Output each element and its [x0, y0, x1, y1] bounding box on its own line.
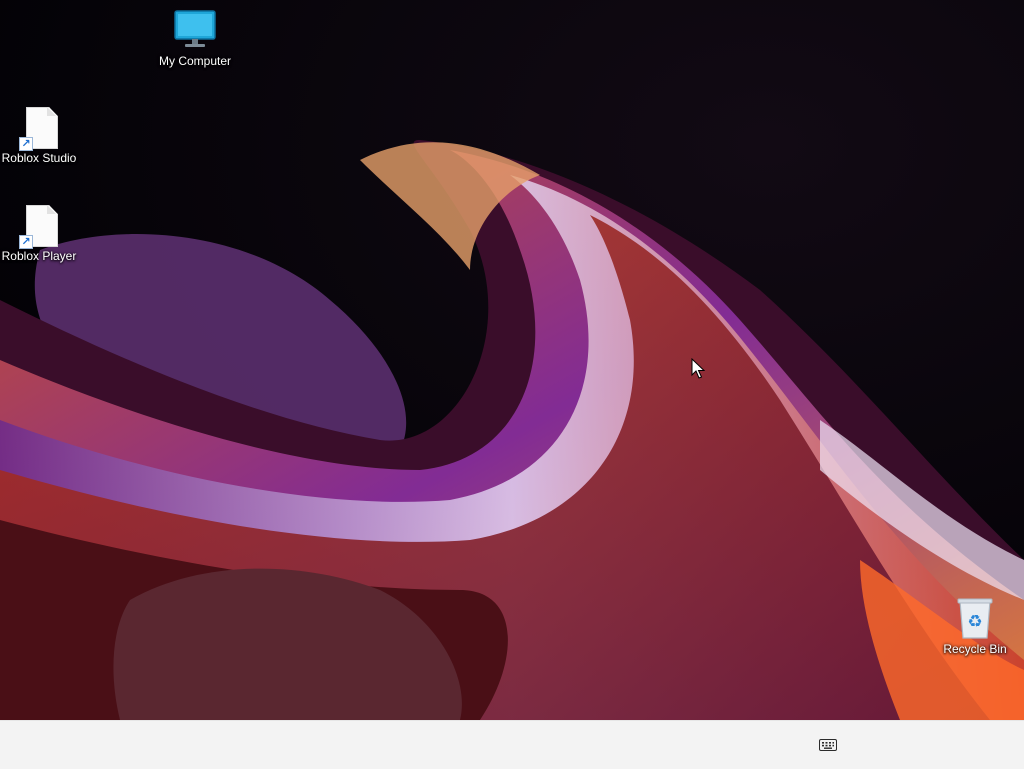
roblox-studio-shortcut[interactable]: ↗ Roblox Studio — [0, 105, 81, 165]
recycle-bin-label: Recycle Bin — [943, 642, 1007, 656]
svg-text:♻: ♻ — [967, 612, 982, 632]
recycle-bin-shortcut[interactable]: ♻ Recycle Bin — [933, 596, 1017, 656]
my-computer-shortcut[interactable]: My Computer — [153, 8, 237, 68]
monitor-icon — [171, 8, 219, 52]
recycle-bin-icon: ♻ — [951, 596, 999, 640]
shortcut-file-icon: ↗ — [15, 105, 63, 151]
shortcut-file-icon: ↗ — [15, 203, 63, 249]
wallpaper — [0, 0, 1024, 720]
mouse-cursor-icon — [691, 358, 705, 379]
shortcut-arrow-icon: ↗ — [19, 235, 33, 249]
shortcut-arrow-icon: ↗ — [19, 137, 33, 151]
roblox-player-label: Roblox Player — [1, 249, 77, 263]
roblox-player-shortcut[interactable]: ↗ Roblox Player — [0, 203, 81, 263]
keyboard-icon[interactable] — [816, 735, 840, 755]
desktop[interactable]: My Computer ↗ Roblox Studio ↗ Roblox Pla… — [0, 0, 1024, 720]
roblox-studio-label: Roblox Studio — [1, 151, 77, 165]
my-computer-label: My Computer — [158, 54, 232, 68]
taskbar — [0, 720, 1024, 769]
